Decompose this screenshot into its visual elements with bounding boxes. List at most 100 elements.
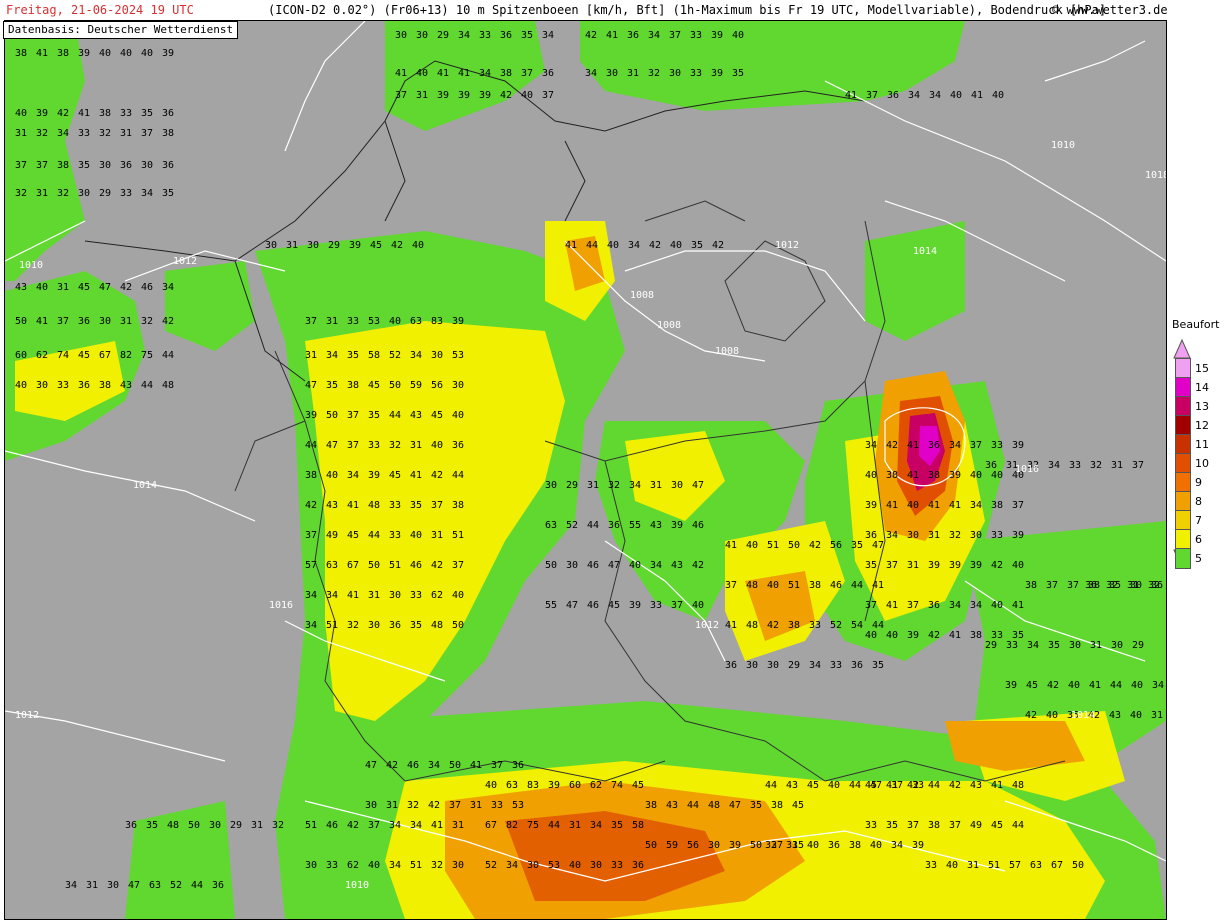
- legend-swatch: [1175, 453, 1191, 474]
- gust-value: 45: [389, 470, 402, 481]
- gust-value: 42: [809, 540, 822, 551]
- gust-value: 33: [78, 128, 91, 139]
- gust-value: 45: [78, 282, 91, 293]
- gust-value: 37: [57, 316, 70, 327]
- gust-value: 50: [750, 840, 763, 851]
- copyright-label: © www.wetter3.de: [1052, 3, 1168, 17]
- gust-value: 31: [368, 590, 381, 601]
- gust-value: 47: [692, 480, 705, 491]
- gust-value: 41: [725, 540, 738, 551]
- gust-value: 41: [431, 820, 444, 831]
- gust-value: 50: [545, 560, 558, 571]
- gust-value: 38: [849, 840, 862, 851]
- gust-value: 41: [410, 470, 423, 481]
- gust-value: 36: [632, 860, 645, 871]
- gust-value: 54: [851, 620, 864, 631]
- gust-value: 34: [141, 188, 154, 199]
- gust-value: 37: [305, 530, 318, 541]
- gust-value: 37: [395, 90, 408, 101]
- map-title: (ICON-D2 0.02°) (Fr06+13) 10 m Spitzenbo…: [268, 3, 1107, 17]
- gust-value: 30: [669, 68, 682, 79]
- gust-value: 39: [671, 520, 684, 531]
- gust-value: 40: [15, 380, 28, 391]
- gust-value: 40: [692, 600, 705, 611]
- gust-value: 35: [750, 800, 763, 811]
- gust-value: 37: [886, 560, 899, 571]
- gust-value: 42: [500, 90, 513, 101]
- gust-value: 33: [57, 380, 70, 391]
- gust-value: 53: [548, 860, 561, 871]
- gust-value: 38: [15, 48, 28, 59]
- gust-value: 32: [765, 840, 778, 851]
- gust-value: 37: [865, 600, 878, 611]
- gust-value: 31: [452, 820, 465, 831]
- gust-value: 40: [767, 580, 780, 591]
- gust-value: 37: [1067, 580, 1080, 591]
- gust-value: 40: [992, 90, 1005, 101]
- gust-value: 56: [431, 380, 444, 391]
- gust-value: 43: [1109, 710, 1122, 721]
- gust-value: 35: [851, 540, 864, 551]
- isobar-label: 1012: [15, 710, 40, 721]
- gust-value: 50: [188, 820, 201, 831]
- gust-value: 51: [410, 860, 423, 871]
- gust-value: 30: [307, 240, 320, 251]
- gust-value: 40: [950, 90, 963, 101]
- gust-value: 38: [347, 380, 360, 391]
- gust-value: 32: [36, 128, 49, 139]
- legend-level-label: 10: [1195, 457, 1209, 470]
- gust-value: 40: [746, 540, 759, 551]
- gust-value: 38: [809, 580, 822, 591]
- gust-value: 46: [141, 282, 154, 293]
- isobar-label: 1008: [657, 320, 682, 331]
- gust-value: 39: [970, 560, 983, 571]
- gust-value: 34: [970, 500, 983, 511]
- gust-value: 47: [872, 540, 885, 551]
- gust-value: 30: [527, 860, 540, 871]
- gust-value: 47: [566, 600, 579, 611]
- gust-value: 41: [872, 580, 885, 591]
- isobar-label: 1016: [269, 600, 294, 611]
- isobar-label: 1008: [715, 346, 740, 357]
- gust-value: 39: [711, 30, 724, 41]
- gust-value: 30: [452, 380, 465, 391]
- legend-swatch: [1175, 510, 1191, 531]
- gust-value: 31: [967, 860, 980, 871]
- gust-value: 45: [991, 820, 1004, 831]
- gust-value: 34: [929, 90, 942, 101]
- gust-value: 37: [542, 90, 555, 101]
- gust-value: 40: [1068, 680, 1081, 691]
- gust-value: 37: [671, 600, 684, 611]
- gust-value: 42: [431, 470, 444, 481]
- gust-value: 30: [545, 480, 558, 491]
- gust-value: 83: [527, 780, 540, 791]
- gust-value: 35: [732, 68, 745, 79]
- gust-value: 40: [410, 530, 423, 541]
- gust-value: 63: [326, 560, 339, 571]
- gust-value: 40: [732, 30, 745, 41]
- gust-value: 34: [305, 590, 318, 601]
- gust-value: 39: [949, 470, 962, 481]
- gust-value: 40: [36, 282, 49, 293]
- gust-value: 34: [162, 282, 175, 293]
- gust-value: 38: [886, 470, 899, 481]
- gust-value: 82: [506, 820, 519, 831]
- gust-value: 31: [36, 188, 49, 199]
- gust-value: 46: [587, 600, 600, 611]
- gust-value: 48: [162, 380, 175, 391]
- gust-value: 42: [120, 282, 133, 293]
- gust-value: 40: [569, 860, 582, 871]
- gust-value: 56: [830, 540, 843, 551]
- gust-value: 50: [15, 316, 28, 327]
- gust-value: 45: [431, 410, 444, 421]
- gust-value: 37: [368, 820, 381, 831]
- gust-value: 33: [690, 30, 703, 41]
- gust-value: 30: [305, 860, 318, 871]
- gust-value: 36: [162, 108, 175, 119]
- gust-value: 32: [272, 820, 285, 831]
- gust-value: 33: [491, 800, 504, 811]
- gust-value: 39: [1012, 440, 1025, 451]
- isobar-label: 1014: [1071, 710, 1096, 721]
- legend-level-label: 5: [1195, 552, 1202, 565]
- gust-value: 55: [629, 520, 642, 531]
